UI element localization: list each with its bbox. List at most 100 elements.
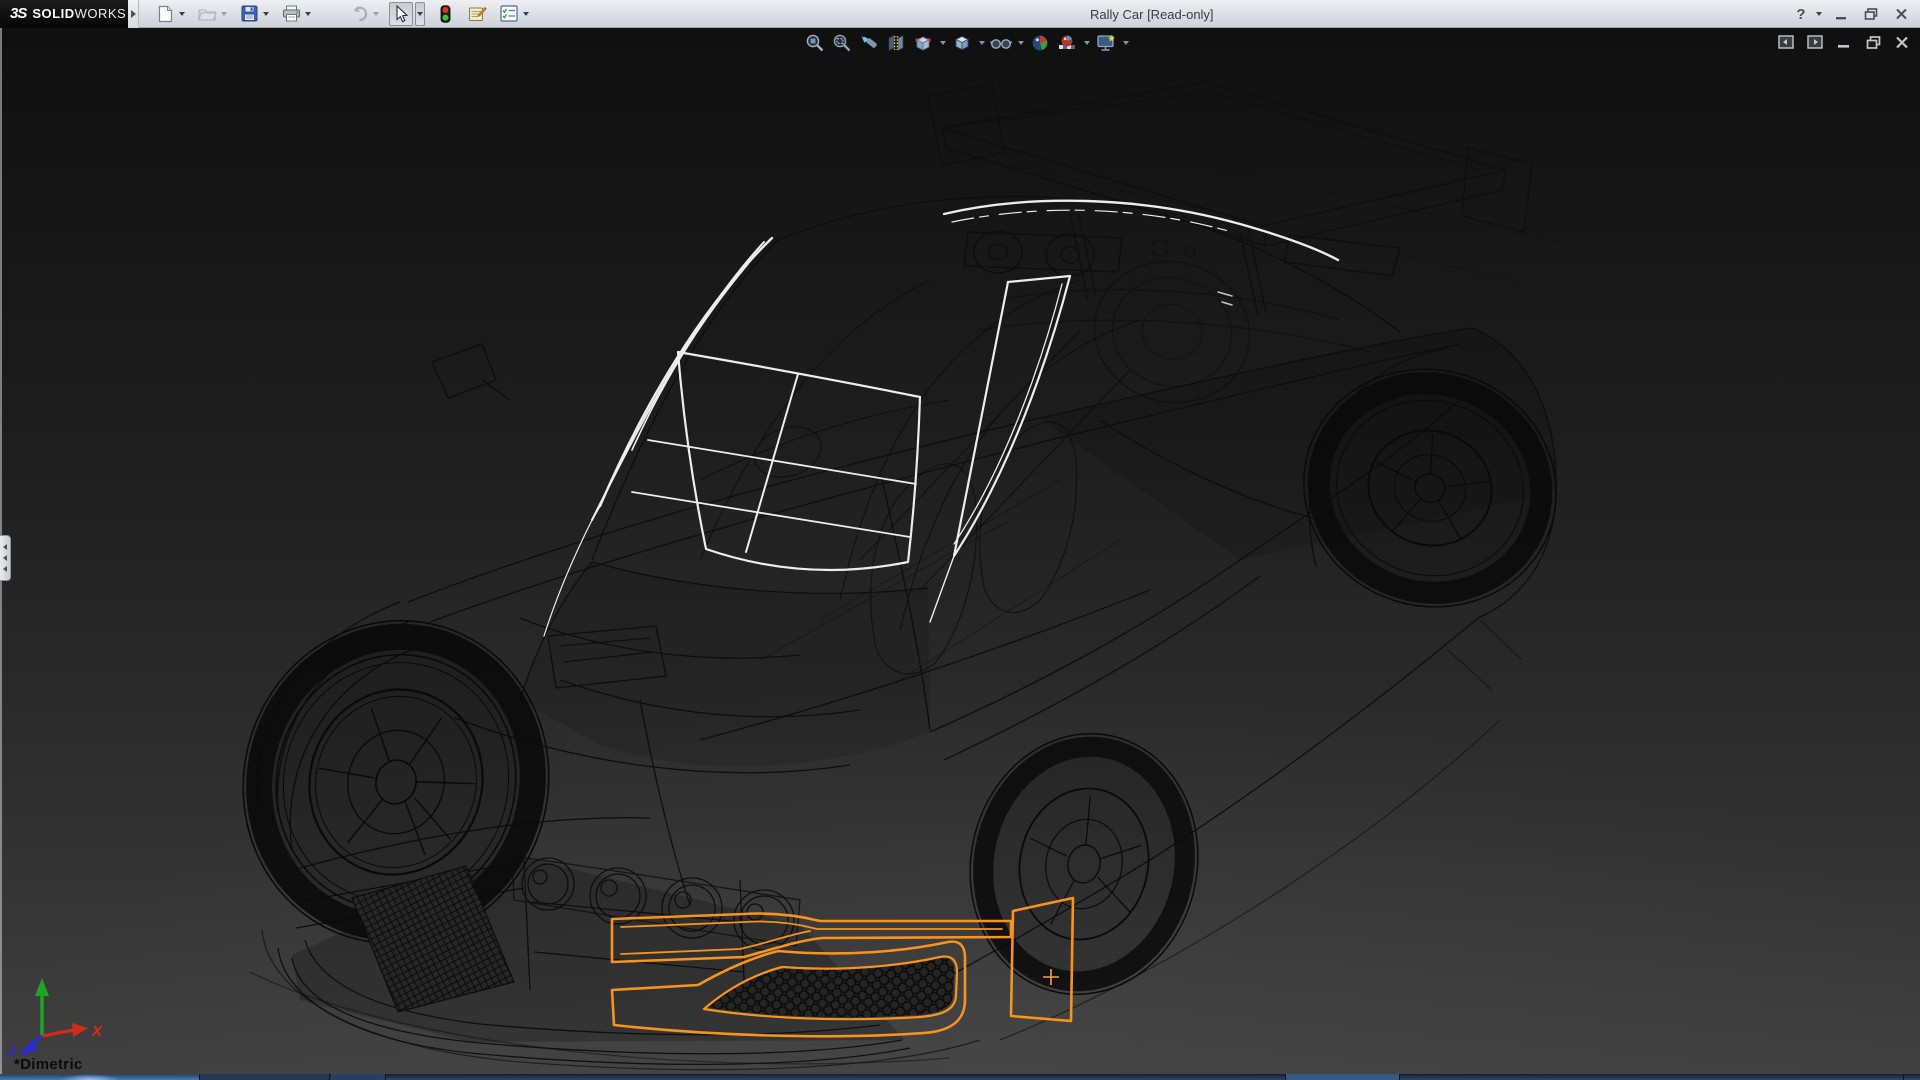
window-title: Rally Car [Read-only] xyxy=(1090,7,1214,22)
close-icon xyxy=(1895,8,1908,20)
taskbar-segment xyxy=(200,1074,330,1080)
select-tool-button[interactable] xyxy=(389,2,413,26)
printer-icon xyxy=(282,5,301,22)
view-orientation-icon xyxy=(913,33,933,53)
print-document-dropdown[interactable] xyxy=(303,2,313,26)
help-button[interactable]: ? xyxy=(1792,6,1810,23)
feature-panel-collapse-tab[interactable] xyxy=(0,535,11,581)
previous-view-button[interactable] xyxy=(857,31,881,55)
open-document-button[interactable] xyxy=(195,2,219,26)
appearance-ball-icon xyxy=(1030,33,1050,53)
open-folder-icon xyxy=(198,6,217,22)
view-orientation-dropdown[interactable] xyxy=(938,31,947,55)
save-document-button[interactable] xyxy=(237,2,261,26)
close-document-icon xyxy=(1895,36,1909,49)
close-button[interactable] xyxy=(1888,3,1914,25)
save-floppy-icon xyxy=(241,5,258,22)
brand-bold: SOLID xyxy=(32,6,74,21)
apply-scene-dropdown[interactable] xyxy=(1082,31,1091,55)
headsup-view-toolbar xyxy=(803,30,1130,56)
display-style-icon xyxy=(952,33,972,53)
minimize-document-icon xyxy=(1837,36,1851,48)
undo-arrow-icon xyxy=(350,5,369,22)
options-list-button[interactable] xyxy=(497,2,521,26)
taskbar-sliver xyxy=(0,1074,1920,1080)
front-right-wheel xyxy=(946,712,1222,1015)
display-style-dropdown[interactable] xyxy=(977,31,986,55)
model-scene[interactable] xyxy=(0,28,1920,1080)
pane-arrow-left-icon xyxy=(1778,35,1794,49)
chevron-right-icon xyxy=(131,10,136,18)
undo-dropdown[interactable] xyxy=(371,2,381,26)
orientation-triad: X Z xyxy=(4,974,114,1066)
menu-expander-button[interactable] xyxy=(128,0,139,28)
cursor-arrow-icon xyxy=(394,5,409,23)
minimize-document-button[interactable] xyxy=(1834,33,1854,51)
new-document-button[interactable] xyxy=(153,2,177,26)
view-settings-button[interactable] xyxy=(1094,31,1118,55)
zoom-to-area-icon xyxy=(832,33,852,53)
taskbar-glow xyxy=(60,1074,120,1080)
glasses-icon xyxy=(990,33,1012,53)
stoplight-button[interactable] xyxy=(433,2,457,26)
expand-right-pane-button[interactable] xyxy=(1805,33,1825,51)
open-document-dropdown[interactable] xyxy=(219,2,229,26)
restore-document-icon xyxy=(1866,36,1881,49)
roof-details xyxy=(964,231,1400,276)
section-view-button[interactable] xyxy=(884,31,908,55)
view-settings-dropdown[interactable] xyxy=(1121,31,1130,55)
checklist-icon xyxy=(500,5,518,22)
restore-document-button[interactable] xyxy=(1863,33,1883,51)
hide-show-items-dropdown[interactable] xyxy=(1016,31,1025,55)
minimize-button[interactable] xyxy=(1828,3,1854,25)
collapse-left-pane-button[interactable] xyxy=(1776,33,1796,51)
zoom-to-fit-icon xyxy=(805,33,825,53)
comment-pad-icon xyxy=(468,5,487,22)
zoom-to-area-button[interactable] xyxy=(830,31,854,55)
rear-wing-wireframe xyxy=(928,82,1532,352)
select-tool-dropdown[interactable] xyxy=(415,2,425,26)
graphics-viewport[interactable]: X Z *Dimetric xyxy=(0,28,1920,1080)
solidworks-window: 3S SOLIDWORKS xyxy=(0,0,1920,1080)
edit-appearance-button[interactable] xyxy=(1028,31,1052,55)
triad-x-axis: X xyxy=(42,1023,103,1040)
stoplight-icon xyxy=(440,5,451,23)
apply-scene-button[interactable] xyxy=(1055,31,1079,55)
zoom-to-fit-button[interactable] xyxy=(803,31,827,55)
chevron-left-icon xyxy=(3,566,7,572)
document-window-controls xyxy=(1776,33,1912,51)
triad-x-label: X xyxy=(91,1023,103,1040)
view-orientation-label: *Dimetric xyxy=(14,1056,83,1073)
taskbar-divider xyxy=(1903,1074,1904,1080)
triad-y-axis xyxy=(35,978,49,1036)
main-toolbar xyxy=(153,0,531,28)
taskbar-segment xyxy=(331,1074,386,1080)
comment-pad-button[interactable] xyxy=(465,2,489,26)
chevron-left-icon xyxy=(3,555,7,561)
view-settings-icon xyxy=(1096,33,1117,53)
solidworks-logo: 3S SOLIDWORKS xyxy=(0,0,128,28)
new-document-icon xyxy=(157,5,174,23)
new-document-dropdown[interactable] xyxy=(177,2,187,26)
display-style-button[interactable] xyxy=(950,31,974,55)
minimize-icon xyxy=(1835,9,1848,20)
options-list-dropdown[interactable] xyxy=(521,2,531,26)
pane-arrow-right-icon xyxy=(1807,35,1823,49)
title-bar: 3S SOLIDWORKS xyxy=(0,0,1920,28)
undo-button[interactable] xyxy=(347,2,371,26)
previous-view-icon xyxy=(859,33,879,53)
apply-scene-icon xyxy=(1057,33,1077,53)
restore-button[interactable] xyxy=(1858,3,1884,25)
help-dropdown[interactable] xyxy=(1814,2,1824,26)
section-view-icon xyxy=(886,33,906,53)
view-orientation-button[interactable] xyxy=(911,31,935,55)
dassault-logo-mark: 3S xyxy=(10,5,26,22)
brand-light: WORKS xyxy=(75,6,127,21)
restore-icon xyxy=(1864,8,1878,20)
hide-show-items-button[interactable] xyxy=(989,31,1013,55)
window-controls: ? xyxy=(1792,0,1914,28)
print-document-button[interactable] xyxy=(279,2,303,26)
save-document-dropdown[interactable] xyxy=(261,2,271,26)
close-document-button[interactable] xyxy=(1892,33,1912,51)
chevron-left-icon xyxy=(3,544,7,550)
